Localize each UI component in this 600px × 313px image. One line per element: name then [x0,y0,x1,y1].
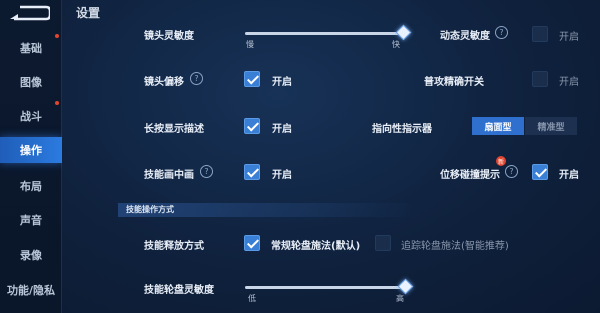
dynamic-sensitivity-state: 开启 [559,32,579,43]
camera-sensitivity-label: 镜头灵敏度 [144,31,194,42]
release-mode-option2-checkbox[interactable] [375,235,391,251]
skill-pip-checkbox[interactable] [244,164,260,180]
long-press-desc-checkbox[interactable] [244,118,260,134]
sidebar-item-label: 功能/隐私 [6,284,56,297]
camera-offset-label: 镜头偏移 [144,77,184,88]
page-title: 设置 [76,6,101,20]
slider-low-mark: 低 [248,294,256,303]
help-icon[interactable]: ? [200,165,213,178]
displacement-hint-label: 位移碰撞提示 [440,170,500,181]
sidebar-item-replay[interactable]: 录像 [0,242,62,268]
release-mode-label: 技能释放方式 [144,241,204,252]
sidebar-item-features-privacy[interactable]: 功能/隐私 [0,277,62,303]
sidebar-item-layout[interactable]: 布局 [0,173,62,199]
back-arrow-icon[interactable] [6,4,50,22]
sidebar-item-basic[interactable]: 基础 [0,35,62,61]
direction-indicator-label: 指向性指示器 [372,124,432,135]
displacement-hint-state: 开启 [559,170,579,181]
release-mode-option2-text: 追踪轮盘施法(智能推荐) [401,241,509,252]
sidebar-item-label: 基础 [20,42,42,55]
camera-offset-state: 开启 [272,77,292,88]
settings-panel: 设置 镜头灵敏度 慢 快 动态灵敏度 ? 开启 镜头偏移 ? 开启 普攻精确开关… [62,0,600,313]
sidebar-item-label: 布局 [20,180,42,193]
section-header: 技能操作方式 [118,203,418,217]
camera-sensitivity-slider[interactable] [245,24,412,41]
new-badge: 新 [496,156,506,166]
direction-option-sector[interactable]: 扇面型 [472,117,524,135]
sidebar-item-label: 战斗 [20,110,42,123]
long-press-desc-label: 长按显示描述 [144,124,204,135]
notification-dot [55,34,59,38]
slider-fill [245,32,405,35]
sidebar-item-sound[interactable]: 声音 [0,207,62,233]
slider-knob[interactable] [395,24,412,41]
sidebar-item-label: 操作 [20,144,42,157]
sidebar-item-graphics[interactable]: 图像 [0,69,62,95]
sidebar-item-label: 录像 [20,249,42,262]
slider-knob[interactable] [397,278,413,295]
attack-targeting-label: 普攻精确开关 [424,77,484,88]
slider-high-mark: 高 [396,294,404,303]
release-mode-option1-text: 常规轮盘施法(默认) [271,241,361,252]
wheel-sensitivity-slider[interactable] [245,278,413,295]
attack-targeting-state: 开启 [559,77,579,88]
sidebar-item-controls[interactable]: 操作 [0,137,62,163]
attack-targeting-checkbox[interactable] [532,71,548,87]
notification-dot [55,101,59,105]
sidebar-item-label: 声音 [20,214,42,227]
release-mode-option1-checkbox[interactable] [244,235,260,251]
sidebar-item-label: 图像 [20,76,42,89]
displacement-hint-checkbox[interactable] [532,164,548,180]
skill-pip-state: 开启 [272,170,292,181]
dynamic-sensitivity-checkbox[interactable] [532,26,548,42]
skill-pip-label: 技能画中画 [144,170,194,181]
slider-high-mark: 快 [392,40,400,49]
direction-option-precise[interactable]: 精准型 [525,117,577,135]
help-icon[interactable]: ? [505,165,518,178]
slider-low-mark: 慢 [246,40,254,49]
help-icon[interactable]: ? [495,26,508,39]
dynamic-sensitivity-label: 动态灵敏度 [440,31,490,42]
slider-fill [245,286,406,289]
help-icon[interactable]: ? [190,72,203,85]
sidebar-item-combat[interactable]: 战斗 [0,103,62,129]
long-press-desc-state: 开启 [272,124,292,135]
sidebar: 基础 图像 战斗 操作 布局 声音 录像 功能/隐私 [0,0,62,313]
camera-offset-checkbox[interactable] [244,71,260,87]
wheel-sensitivity-label: 技能轮盘灵敏度 [144,285,214,296]
